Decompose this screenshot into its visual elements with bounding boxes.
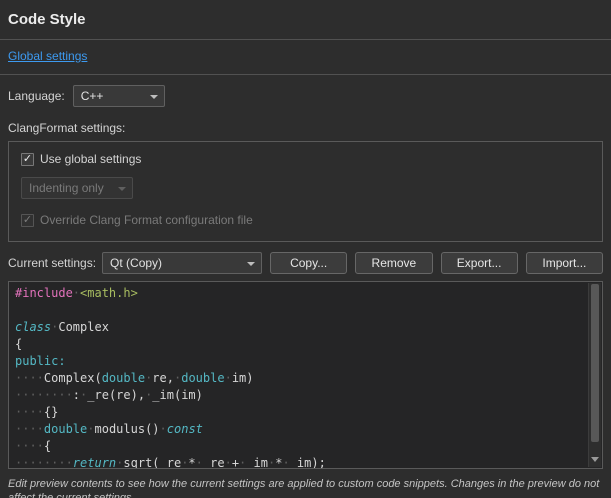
current-settings-value: Qt (Copy)	[110, 256, 162, 270]
code-line: ····double·modulus()·const	[15, 421, 588, 438]
code-line: ····{}	[15, 404, 588, 421]
code-editor-content[interactable]: #include·<math.h> class·Complex{public:·…	[9, 282, 588, 468]
code-line: ····{	[15, 438, 588, 455]
checkbox-icon	[21, 153, 34, 166]
override-clangformat-label: Override Clang Format configuration file	[40, 213, 253, 227]
page-title: Code Style	[8, 10, 603, 30]
chevron-down-icon	[247, 262, 255, 266]
code-line: #include·<math.h>	[15, 285, 588, 302]
scroll-down-button[interactable]	[589, 453, 601, 466]
import-button[interactable]: Import...	[526, 252, 603, 274]
language-select-value: C++	[81, 89, 104, 103]
global-settings-link[interactable]: Global settings	[8, 49, 87, 63]
scrollbar-thumb[interactable]	[591, 284, 599, 442]
export-button[interactable]: Export...	[441, 252, 518, 274]
current-settings-label: Current settings:	[8, 256, 96, 270]
chevron-down-icon	[118, 187, 126, 191]
use-global-settings-checkbox[interactable]: Use global settings	[21, 152, 590, 166]
copy-button[interactable]: Copy...	[270, 252, 347, 274]
code-line: {	[15, 336, 588, 353]
code-style-page: Code Style Global settings Language: C++…	[0, 0, 611, 498]
code-line: class·Complex	[15, 319, 588, 336]
code-preview-editor[interactable]: #include·<math.h> class·Complex{public:·…	[8, 281, 603, 469]
chevron-down-icon	[150, 95, 158, 99]
vertical-scrollbar[interactable]	[588, 283, 601, 467]
triangle-down-icon	[591, 457, 599, 462]
code-line	[15, 302, 588, 319]
checkbox-icon	[21, 214, 34, 227]
clangformat-settings-label: ClangFormat settings:	[8, 121, 603, 135]
use-global-settings-label: Use global settings	[40, 152, 141, 166]
footer-note: Edit preview contents to see how the cur…	[8, 477, 603, 498]
separator	[0, 39, 611, 40]
language-row: Language: C++	[8, 85, 603, 107]
indenting-mode-value: Indenting only	[29, 181, 104, 195]
separator	[0, 74, 611, 75]
code-line: ········return·sqrt(_re·*·_re·+·_im·*·_i…	[15, 455, 588, 468]
current-settings-select[interactable]: Qt (Copy)	[102, 252, 262, 274]
language-select[interactable]: C++	[73, 85, 165, 107]
remove-button[interactable]: Remove	[355, 252, 432, 274]
indenting-mode-select: Indenting only	[21, 177, 133, 199]
clangformat-groupbox: Use global settings Indenting only Overr…	[8, 141, 603, 242]
language-label: Language:	[8, 89, 65, 103]
code-line: ········:·_re(re),·_im(im)	[15, 387, 588, 404]
current-settings-row: Current settings: Qt (Copy) Copy... Remo…	[8, 252, 603, 274]
code-line: ····Complex(double·re,·double·im)	[15, 370, 588, 387]
code-line: public:	[15, 353, 588, 370]
override-clangformat-checkbox: Override Clang Format configuration file	[21, 213, 590, 227]
